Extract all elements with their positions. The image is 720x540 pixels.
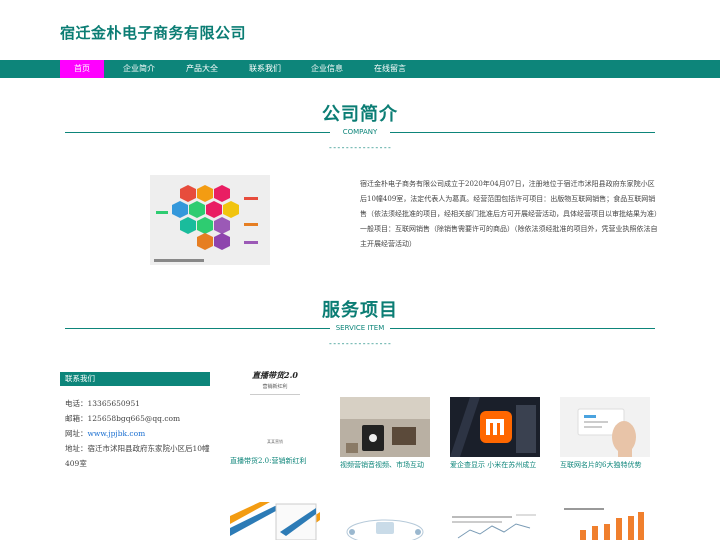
product-thumbnail[interactable] (560, 397, 650, 457)
services-title: 服务项目 (322, 300, 398, 321)
nav-item-message[interactable]: 在线留言 (368, 60, 412, 78)
product-thumbnail[interactable] (450, 502, 540, 540)
site-title: 宿迁金朴电子商务有限公司 (60, 24, 247, 42)
product-thumbnail[interactable] (340, 397, 430, 457)
product-thumbnail[interactable] (560, 502, 650, 540)
contact-website-link[interactable]: www.jpjbk.com (88, 429, 146, 438)
about-rule-right (390, 132, 655, 133)
company-intro-text: 宿迁金朴电子商务有限公司成立于2020年04月07日，注册地位于宿迁市沭阳县政府… (360, 180, 658, 248)
product-caption[interactable]: 互联网名片的6大独特优势 (560, 460, 650, 470)
product-caption[interactable]: 爱企查显示 小米在苏州成立 (450, 460, 540, 470)
contact-heading: 联系我们 (60, 372, 210, 386)
nav-item-products[interactable]: 产品大全 (180, 60, 224, 78)
product-card[interactable]: 视频营销音视频、市场互动 (340, 397, 430, 470)
about-rule-left (65, 132, 330, 133)
product-thumbnail[interactable] (230, 502, 320, 540)
about-dashes: ---------------- (328, 143, 392, 152)
product-card[interactable]: 直播带货2.0 营销新红利 某某营销 直播带货2.0:营销新红利 (230, 368, 320, 466)
contact-website: 网址：www.jpjbk.com (65, 426, 215, 441)
nav-item-home[interactable]: 首页 (60, 60, 104, 78)
company-infographic-image (150, 175, 270, 265)
thumb-footer: 某某营销 (267, 439, 283, 444)
about-title: 公司简介 (322, 104, 398, 125)
services-rule-left (65, 328, 330, 329)
product-caption[interactable]: 直播带货2.0:营销新红利 (230, 456, 320, 466)
product-card[interactable]: 爱企查显示 小米在苏州成立 (450, 397, 540, 470)
services-dashes: ---------------- (328, 339, 392, 348)
nav-item-about[interactable]: 企业简介 (117, 60, 161, 78)
product-thumbnail[interactable] (450, 397, 540, 457)
about-subtitle: COMPANY (342, 128, 378, 136)
product-caption[interactable]: 视频营销音视频、市场互动 (340, 460, 430, 470)
product-thumbnail[interactable]: 直播带货2.0 营销新红利 某某营销 (230, 368, 320, 456)
main-nav: 首页 企业简介 产品大全 联系我们 企业信息 在线留言 (0, 60, 720, 78)
contact-email: 邮箱：125658bgq665@qq.com (65, 414, 181, 423)
services-rule-right (390, 328, 655, 329)
product-card[interactable]: 互联网名片的6大独特优势 (560, 397, 650, 470)
contact-phone: 电话：13365650951 (65, 399, 140, 408)
services-subtitle: SERVICE ITEM (335, 324, 385, 332)
nav-item-contact[interactable]: 联系我们 (243, 60, 287, 78)
nav-item-company-info[interactable]: 企业信息 (305, 60, 349, 78)
contact-address: 地址：宿迁市沭阳县政府东家院小区后10幢409室 (65, 444, 210, 468)
product-thumbnail[interactable] (340, 502, 430, 540)
thumb-title: 直播带货2.0 (252, 370, 298, 380)
contact-website-label: 网址： (65, 429, 88, 438)
thumb-subtitle: 营销新红利 (262, 384, 288, 390)
